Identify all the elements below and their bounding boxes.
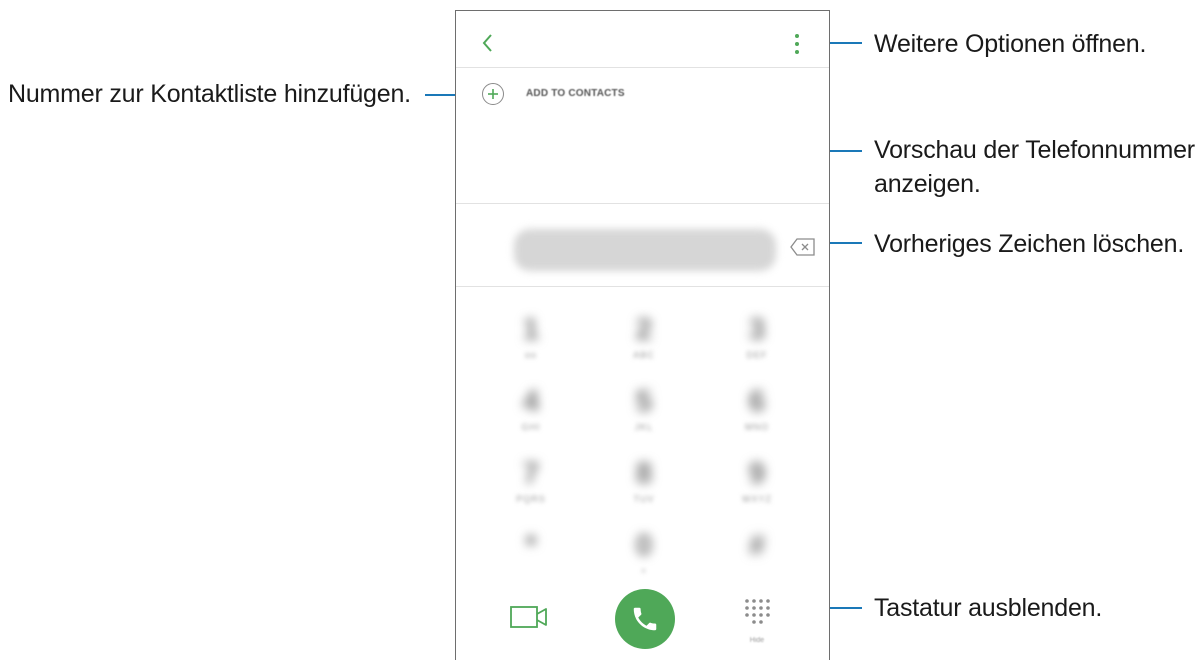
key-3[interactable]: 3 DEF bbox=[697, 311, 817, 377]
key-letters: GHI bbox=[521, 422, 541, 432]
number-area-divider-top bbox=[456, 203, 829, 204]
callout-more-options: Weitere Optionen öffnen. bbox=[874, 30, 1147, 58]
hide-keypad-button[interactable]: Hide bbox=[743, 597, 771, 644]
key-5[interactable]: 5 JKL bbox=[584, 383, 704, 449]
number-area-divider-bottom bbox=[456, 286, 829, 287]
key-digit: 6 bbox=[748, 385, 766, 418]
key-letters: WXYZ bbox=[742, 494, 772, 504]
key-4[interactable]: 4 GHI bbox=[471, 383, 591, 449]
phone-icon bbox=[633, 607, 657, 631]
key-letters: TUV bbox=[633, 494, 655, 504]
key-star[interactable]: * bbox=[471, 527, 591, 593]
callout-preview-line2: anzeigen. bbox=[874, 170, 981, 198]
key-2[interactable]: 2 ABC bbox=[584, 311, 704, 377]
add-to-contacts-row[interactable]: ADD TO CONTACTS bbox=[482, 83, 782, 113]
backspace-icon[interactable] bbox=[790, 238, 816, 256]
key-digit: 5 bbox=[635, 385, 653, 418]
key-letters: DEF bbox=[746, 350, 768, 360]
callout-delete-char: Vorheriges Zeichen löschen. bbox=[874, 230, 1185, 258]
add-to-contacts-label[interactable]: ADD TO CONTACTS bbox=[526, 88, 625, 99]
key-letters: ABC bbox=[633, 350, 655, 360]
key-digit: 8 bbox=[635, 457, 653, 490]
key-digit: 9 bbox=[748, 457, 766, 490]
phone-number-field[interactable]: 0000000000 bbox=[514, 229, 776, 271]
key-6[interactable]: 6 MNO bbox=[697, 383, 817, 449]
hide-keypad-label: Hide bbox=[749, 637, 765, 644]
key-letters: JKL bbox=[634, 422, 654, 432]
callout-add-to-contacts: Nummer zur Kontaktliste hinzufügen. bbox=[8, 80, 411, 108]
key-digit: # bbox=[748, 529, 766, 562]
key-hash[interactable]: # bbox=[697, 527, 817, 593]
key-letters: + bbox=[640, 566, 648, 576]
more-vertical-icon[interactable] bbox=[793, 33, 801, 55]
key-digit: 1 bbox=[522, 313, 540, 346]
key-0[interactable]: 0 + bbox=[584, 527, 704, 593]
key-digit: 7 bbox=[522, 457, 540, 490]
key-9[interactable]: 9 WXYZ bbox=[697, 455, 817, 521]
key-letters: MNO bbox=[745, 422, 769, 432]
key-digit: 4 bbox=[522, 385, 540, 418]
dialpad-icon bbox=[745, 599, 770, 624]
callout-hide-keypad: Tastatur ausblenden. bbox=[874, 594, 1103, 622]
key-digit: 2 bbox=[635, 313, 653, 346]
call-button[interactable] bbox=[615, 589, 675, 649]
dialpad: 1 oo 2 ABC 3 DEF 4 GHI 5 JKL 6 MNO 7 PQR… bbox=[456, 301, 831, 591]
back-chevron-icon[interactable] bbox=[478, 31, 498, 55]
key-8[interactable]: 8 TUV bbox=[584, 455, 704, 521]
key-digit: 3 bbox=[748, 313, 766, 346]
plus-circle-icon[interactable] bbox=[482, 83, 504, 105]
key-digit: * bbox=[525, 529, 537, 562]
phone-screen: ADD TO CONTACTS 0000000000 1 oo 2 ABC 3 … bbox=[455, 10, 830, 660]
key-7[interactable]: 7 PQRS bbox=[471, 455, 591, 521]
header-divider bbox=[456, 67, 829, 68]
key-letters: PQRS bbox=[516, 494, 546, 504]
callout-preview-line1: Vorschau der Telefonnummer bbox=[874, 136, 1195, 164]
key-letters: oo bbox=[524, 350, 537, 360]
video-call-icon[interactable] bbox=[510, 605, 548, 629]
key-1[interactable]: 1 oo bbox=[471, 311, 591, 377]
key-digit: 0 bbox=[635, 529, 653, 562]
